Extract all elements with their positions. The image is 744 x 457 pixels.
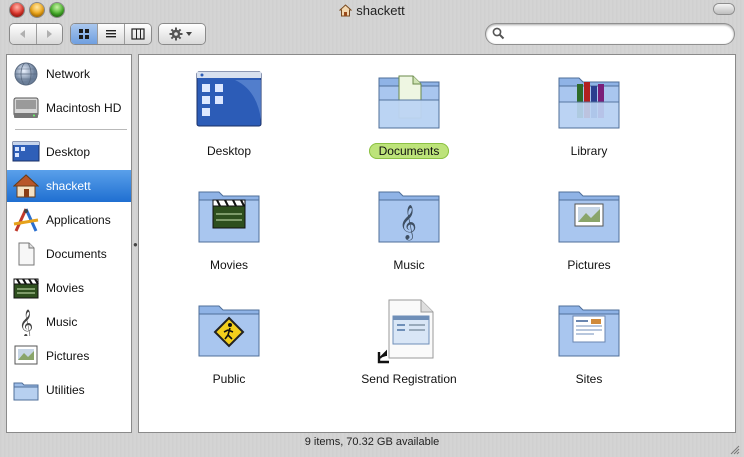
navigation-buttons bbox=[10, 24, 62, 44]
hard-drive-icon bbox=[11, 94, 41, 122]
file-item-label: Movies bbox=[209, 258, 248, 272]
sidebar-item-music[interactable]: 𝄞 Music bbox=[7, 306, 131, 338]
file-item-label: Sites bbox=[575, 372, 603, 386]
file-item-label: Public bbox=[212, 372, 246, 386]
sites-folder-icon bbox=[555, 298, 623, 364]
forward-button[interactable] bbox=[37, 24, 63, 44]
sidebar-item-label: Pictures bbox=[46, 349, 90, 363]
sidebar: Network Macintosh HD Desktop shackett Ap… bbox=[7, 55, 131, 432]
treble-clef-icon: 𝄞 bbox=[11, 308, 41, 336]
applications-icon bbox=[11, 206, 41, 234]
left-arrow-icon bbox=[19, 30, 25, 38]
sidebar-item-label: shackett bbox=[46, 179, 91, 193]
desktop-icon bbox=[11, 138, 41, 166]
sidebar-item-shackett[interactable]: shackett bbox=[7, 170, 131, 202]
sidebar-item-desktop[interactable]: Desktop bbox=[7, 136, 131, 168]
svg-text:𝄞: 𝄞 bbox=[19, 309, 33, 336]
status-bar: 9 items, 70.32 GB available bbox=[304, 436, 440, 448]
action-menu-button[interactable] bbox=[159, 24, 205, 44]
file-item-movies[interactable]: Movies bbox=[159, 184, 299, 294]
file-item-label: Library bbox=[570, 144, 608, 158]
icon-view-button[interactable] bbox=[71, 24, 98, 44]
search-field[interactable] bbox=[486, 24, 734, 44]
finder-window: shackett Network Macintosh HD Desktop sh… bbox=[0, 0, 744, 457]
registration-alias-icon bbox=[375, 298, 443, 364]
sidebar-item-pictures[interactable]: Pictures bbox=[7, 340, 131, 372]
splitter-handle[interactable]: ● bbox=[133, 240, 138, 249]
file-item-label: Pictures bbox=[567, 258, 611, 272]
file-item-sites[interactable]: Sites bbox=[519, 298, 659, 408]
sidebar-divider bbox=[15, 129, 127, 130]
file-item-label: Send Registration bbox=[361, 372, 457, 386]
sidebar-item-label: Movies bbox=[46, 281, 85, 295]
column-view-button[interactable] bbox=[125, 24, 151, 44]
sidebar-item-label: Network bbox=[46, 67, 91, 81]
window-title: shackett bbox=[356, 3, 405, 18]
home-icon bbox=[11, 172, 41, 200]
file-item-label: Desktop bbox=[206, 144, 252, 158]
resize-grip-icon[interactable] bbox=[730, 444, 740, 455]
list-view-button[interactable] bbox=[98, 24, 125, 44]
file-item-label: Documents bbox=[339, 143, 479, 159]
sidebar-item-network[interactable]: Network bbox=[7, 58, 131, 90]
action-menu[interactable] bbox=[159, 24, 205, 44]
window-title-bar: shackett bbox=[0, 3, 744, 20]
sidebar-item-macintosh-hd[interactable]: Macintosh HD bbox=[7, 92, 131, 124]
toolbar-toggle-button[interactable] bbox=[714, 4, 734, 14]
desktop-folder-icon bbox=[195, 70, 263, 136]
home-icon bbox=[338, 4, 353, 20]
toolbar bbox=[10, 24, 734, 48]
music-folder-icon: 𝄞 bbox=[375, 184, 443, 250]
clapperboard-icon bbox=[11, 274, 41, 302]
sidebar-item-label: Music bbox=[46, 315, 78, 329]
sidebar-item-label: Macintosh HD bbox=[46, 101, 122, 115]
sidebar-item-documents[interactable]: Documents bbox=[7, 238, 131, 270]
file-item-library[interactable]: Library bbox=[519, 70, 659, 180]
documents-folder-icon bbox=[375, 70, 443, 136]
network-globe-icon bbox=[11, 60, 41, 88]
file-item-pictures[interactable]: Pictures bbox=[519, 184, 659, 294]
icon-view-icon bbox=[79, 29, 89, 39]
movies-folder-icon bbox=[195, 184, 263, 250]
column-view-icon bbox=[131, 28, 145, 40]
svg-text:𝄞: 𝄞 bbox=[399, 205, 417, 241]
pictures-folder-icon bbox=[555, 184, 623, 250]
right-arrow-icon bbox=[47, 30, 53, 38]
public-folder-icon bbox=[195, 298, 263, 364]
file-browser-pane: Desktop Documents Library Movies 𝄞 Music… bbox=[139, 55, 735, 432]
file-item-send-registration[interactable]: Send Registration bbox=[339, 298, 479, 408]
sidebar-item-utilities[interactable]: Utilities bbox=[7, 374, 131, 406]
file-item-music[interactable]: 𝄞 Music bbox=[339, 184, 479, 294]
sidebar-item-label: Utilities bbox=[46, 383, 85, 397]
list-view-icon bbox=[106, 30, 116, 38]
picture-icon bbox=[11, 342, 41, 370]
file-item-public[interactable]: Public bbox=[159, 298, 299, 408]
library-folder-icon bbox=[555, 70, 623, 136]
file-item-documents[interactable]: Documents bbox=[339, 70, 479, 180]
sidebar-item-label: Applications bbox=[46, 213, 111, 227]
sidebar-item-label: Documents bbox=[46, 247, 107, 261]
sidebar-item-applications[interactable]: Applications bbox=[7, 204, 131, 236]
search-icon bbox=[492, 27, 505, 43]
file-item-label: Music bbox=[393, 258, 425, 272]
search-input[interactable] bbox=[508, 26, 727, 43]
folder-icon bbox=[11, 376, 41, 404]
document-icon bbox=[11, 240, 41, 268]
view-mode-buttons bbox=[71, 24, 151, 44]
file-item-desktop[interactable]: Desktop bbox=[159, 70, 299, 180]
back-button[interactable] bbox=[10, 24, 37, 44]
gear-icon bbox=[169, 27, 192, 41]
sidebar-item-movies[interactable]: Movies bbox=[7, 272, 131, 304]
sidebar-item-label: Desktop bbox=[46, 145, 91, 159]
